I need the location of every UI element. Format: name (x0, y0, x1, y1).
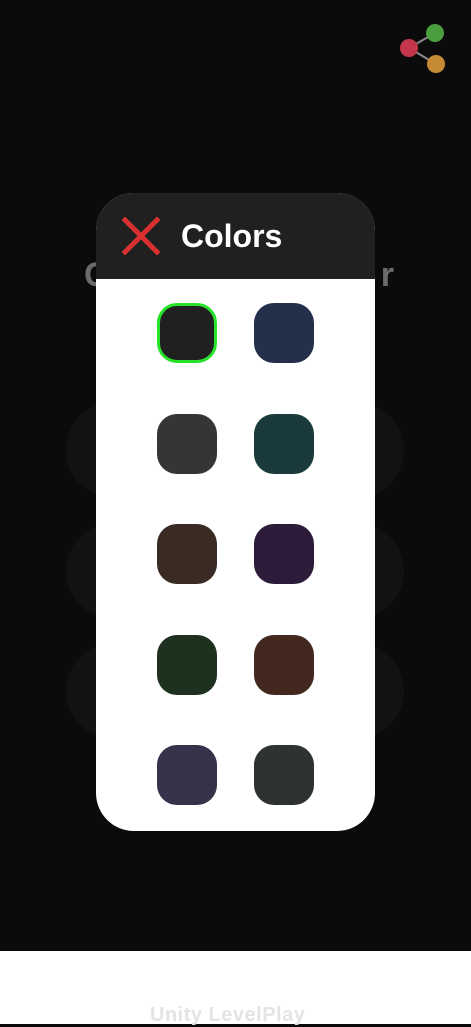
dialog-header: Colors (96, 193, 375, 279)
color-swatch[interactable] (157, 524, 217, 584)
color-swatch[interactable] (157, 635, 217, 695)
close-icon[interactable] (121, 216, 161, 256)
color-swatch[interactable] (254, 524, 314, 584)
share-icon[interactable] (398, 22, 446, 74)
color-swatch[interactable] (254, 745, 314, 805)
color-swatch[interactable] (157, 414, 217, 474)
color-swatch[interactable] (254, 303, 314, 363)
color-swatch[interactable] (157, 745, 217, 805)
background-title-right: r (380, 256, 394, 294)
color-swatch[interactable] (254, 414, 314, 474)
colors-dialog: Colors (96, 193, 375, 831)
color-swatch[interactable] (157, 303, 217, 363)
color-swatch[interactable] (254, 635, 314, 695)
dialog-title: Colors (181, 218, 283, 254)
